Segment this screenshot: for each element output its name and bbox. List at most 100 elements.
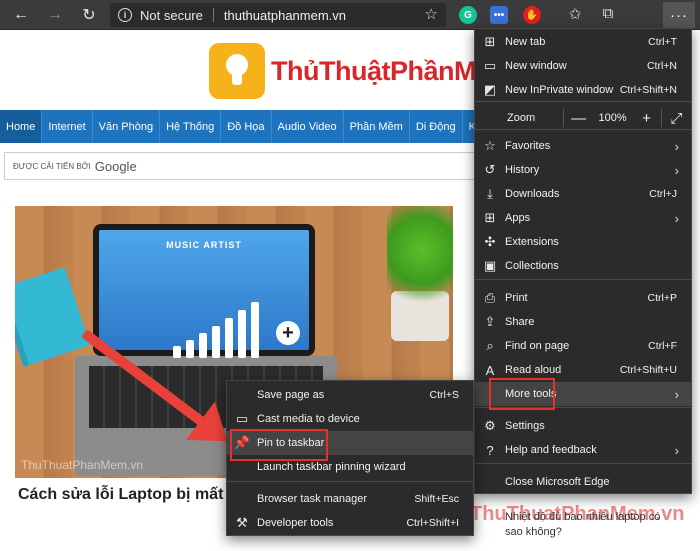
apps-icon: ⊞: [484, 210, 496, 225]
menu-item-label: Extensions: [505, 236, 559, 248]
favorites-icon: ☆: [484, 138, 496, 153]
submenu-item-label: Developer tools: [257, 517, 334, 529]
menu-item-history[interactable]: ↺ History ›: [475, 158, 691, 182]
menu-item-share[interactable]: ⇪ Share: [475, 310, 691, 334]
menu-item-label: Favorites: [505, 140, 551, 152]
menu-divider: [475, 463, 691, 464]
menu-item-close-microsoft-edge[interactable]: Close Microsoft Edge: [475, 470, 691, 494]
zoom-row: Zoom — 100% + ⤢: [475, 105, 691, 131]
menu-item-help-and-feedback[interactable]: ? Help and feedback ›: [475, 438, 691, 462]
grammarly-icon[interactable]: G: [459, 6, 477, 24]
nav-item-1[interactable]: Internet: [42, 110, 93, 143]
history-icon: ↺: [484, 162, 496, 177]
dots-extension-icon[interactable]: •••: [490, 6, 508, 24]
nav-item-3[interactable]: Hệ Thống: [160, 110, 222, 143]
info-icon[interactable]: i: [118, 8, 132, 22]
collections-icon: ▣: [483, 258, 497, 273]
chevron-right-icon: ›: [674, 386, 679, 402]
menu-item-label: History: [505, 164, 540, 176]
plus-icon: +: [276, 321, 300, 345]
submenu-item-save-page-as[interactable]: Save page as Ctrl+S: [227, 383, 473, 407]
favorite-star-icon[interactable]: ☆: [425, 5, 438, 23]
menu-item-label: Settings: [505, 420, 545, 432]
menu-item-shortcut: Ctrl+N: [646, 60, 677, 72]
back-icon[interactable]: ←: [8, 3, 34, 27]
submenu-item-label: Save page as: [257, 389, 325, 401]
screen-title: MUSIC ARTIST: [166, 240, 242, 250]
menu-item-collections[interactable]: ▣ Collections: [475, 254, 691, 278]
menu-item-find-on-page[interactable]: ⌕ Find on page Ctrl+F: [475, 334, 691, 358]
submenu-item-developer-tools[interactable]: ⚒ Developer tools Ctrl+Shift+I: [227, 511, 473, 535]
submenu-item-label: Cast media to device: [257, 413, 360, 425]
inprivate-icon: ◩: [483, 82, 497, 97]
nav-item-7[interactable]: Di Động: [410, 110, 463, 143]
nav-item-0[interactable]: Home: [0, 110, 43, 143]
settings-icon: ⚙: [484, 418, 496, 433]
read-aloud-icon: A: [485, 362, 495, 378]
menu-item-label: Help and feedback: [505, 444, 597, 456]
submenu-item-shortcut: Ctrl+Shift+I: [406, 517, 459, 529]
fullscreen-icon[interactable]: ⤢: [662, 105, 691, 131]
settings-more-icon[interactable]: ···: [663, 2, 695, 28]
menu-item-label: New tab: [505, 36, 546, 48]
menu-item-label: Print: [505, 292, 528, 304]
developer-tools-icon: ⚒: [236, 515, 248, 530]
menu-item-downloads[interactable]: ⤓ Downloads Ctrl+J: [475, 182, 691, 206]
new-tab-icon: ⊞: [484, 34, 496, 49]
more-tools-highlight: [489, 378, 555, 410]
article-title[interactable]: Cách sửa lỗi Laptop bị mất: [18, 486, 223, 504]
side-article-title[interactable]: Nhiệt độ đủ bao nhiêu laptop có sao khôn…: [505, 510, 675, 540]
adblock-icon[interactable]: ✋: [523, 6, 541, 24]
hero-watermark: ThuThuatPhanMem.vn: [21, 458, 144, 472]
menu-item-label: Share: [505, 316, 535, 328]
google-search-box[interactable]: ĐƯỢC CẢI TIẾN BỞI Google: [4, 152, 475, 180]
menu-item-shortcut: Ctrl+J: [649, 188, 677, 200]
submenu-item-cast-media-to-device[interactable]: ▭ Cast media to device: [227, 407, 473, 431]
menu-item-label: Close Microsoft Edge: [505, 476, 610, 488]
menu-item-settings[interactable]: ⚙ Settings: [475, 414, 691, 438]
plant-graphic: [387, 206, 453, 316]
nav-item-4[interactable]: Đồ Họa: [221, 110, 272, 143]
menu-item-favorites[interactable]: ☆ Favorites ›: [475, 134, 691, 158]
menu-item-apps[interactable]: ⊞ Apps ›: [475, 206, 691, 230]
cast-icon: ▭: [235, 411, 249, 426]
site-logo[interactable]: ThủThuậtPhầnMềm: [209, 43, 515, 99]
help-icon: ?: [486, 442, 494, 458]
volume-bars-graphic: [173, 298, 273, 358]
menu-item-label: Apps: [505, 212, 531, 224]
menu-item-shortcut: Ctrl+P: [647, 292, 677, 304]
menu-divider: [475, 279, 691, 280]
menu-item-new-inprivate-window[interactable]: ◩ New InPrivate window Ctrl+Shift+N: [475, 78, 691, 102]
nav-item-5[interactable]: Audio Video: [272, 110, 344, 143]
edge-settings-menu: Zoom — 100% + ⤢ ⊞ New tab Ctrl+T ▭ New windo…: [474, 28, 692, 494]
url-text: thuthuatphanmem.vn: [223, 7, 347, 23]
browser-toolbar: ← → ↻ i Not secure thuthuatphanmem.vn ☆ …: [0, 0, 700, 30]
forward-icon[interactable]: →: [42, 3, 68, 27]
submenu-item-shortcut: Ctrl+S: [429, 389, 459, 401]
menu-item-extensions[interactable]: ✣ Extensions: [475, 230, 691, 254]
collections-toolbar-icon[interactable]: ⧉: [598, 5, 618, 22]
search-caption: ĐƯỢC CẢI TIẾN BỞI: [13, 161, 91, 171]
address-separator: [212, 8, 214, 22]
lightbulb-icon: [209, 43, 265, 99]
menu-item-print[interactable]: ⎙ Print Ctrl+P: [475, 286, 691, 310]
menu-item-new-tab[interactable]: ⊞ New tab Ctrl+T: [475, 30, 691, 54]
submenu-item-label: Launch taskbar pinning wizard: [257, 461, 406, 473]
address-bar[interactable]: i Not secure thuthuatphanmem.vn ☆: [110, 3, 446, 27]
zoom-out-button[interactable]: —: [564, 105, 593, 131]
favorites-bar-icon[interactable]: ✩: [565, 5, 585, 23]
refresh-icon[interactable]: ↻: [76, 3, 102, 27]
submenu-item-label: Browser task manager: [257, 493, 368, 505]
chevron-right-icon: ›: [674, 442, 679, 458]
chevron-right-icon: ›: [674, 210, 679, 226]
zoom-in-button[interactable]: +: [632, 105, 661, 131]
new-window-icon: ▭: [483, 58, 497, 73]
nav-item-2[interactable]: Văn Phòng: [93, 110, 161, 143]
menu-item-label: Read aloud: [505, 364, 562, 376]
zoom-label: Zoom: [507, 112, 536, 124]
menu-item-label: Downloads: [505, 188, 560, 200]
nav-item-6[interactable]: Phần Mềm: [344, 110, 410, 143]
submenu-item-browser-task-manager[interactable]: Browser task manager Shift+Esc: [227, 487, 473, 511]
menu-divider: [475, 129, 691, 130]
menu-item-new-window[interactable]: ▭ New window Ctrl+N: [475, 54, 691, 78]
